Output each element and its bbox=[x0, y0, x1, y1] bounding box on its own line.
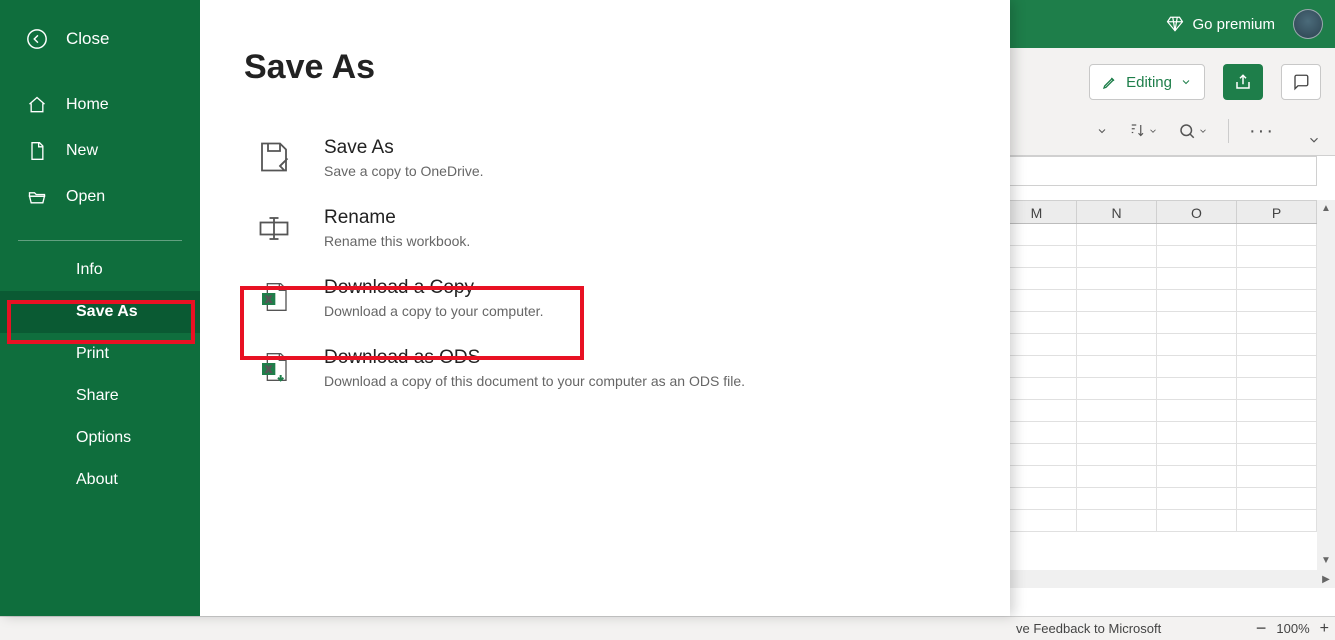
excel-file-icon: X bbox=[254, 277, 294, 317]
back-button[interactable]: Close bbox=[0, 0, 200, 78]
more-commands-button[interactable]: ··· bbox=[1249, 120, 1275, 143]
option-desc: Rename this workbook. bbox=[324, 233, 470, 249]
nav-print[interactable]: Print bbox=[0, 333, 200, 375]
chevron-down-icon bbox=[1148, 126, 1158, 136]
collapse-ribbon-button[interactable] bbox=[1307, 133, 1321, 147]
option-title: Download a Copy bbox=[324, 277, 543, 299]
home-icon bbox=[26, 94, 48, 116]
formula-bar[interactable] bbox=[997, 156, 1317, 186]
option-title: Rename bbox=[324, 207, 470, 229]
option-rename[interactable]: Rename Rename this workbook. bbox=[244, 193, 966, 263]
ribbon-dropdown-1[interactable] bbox=[1096, 125, 1108, 137]
chevron-down-icon bbox=[1198, 126, 1208, 136]
go-premium-button[interactable]: Go premium bbox=[1166, 15, 1275, 33]
comment-icon bbox=[1292, 73, 1310, 91]
search-icon bbox=[1178, 122, 1196, 140]
nav-label: New bbox=[66, 142, 98, 160]
nav-save-as[interactable]: Save As bbox=[0, 291, 200, 333]
column-header[interactable]: P bbox=[1237, 201, 1317, 223]
nav-label: Home bbox=[66, 96, 109, 114]
editing-mode-button[interactable]: Editing bbox=[1089, 64, 1205, 100]
editing-mode-label: Editing bbox=[1126, 74, 1172, 91]
save-as-icon bbox=[254, 137, 294, 177]
column-header[interactable]: N bbox=[1077, 201, 1157, 223]
option-title: Download as ODS bbox=[324, 347, 745, 369]
ods-file-icon: X bbox=[254, 347, 294, 387]
pencil-icon bbox=[1102, 74, 1118, 90]
horizontal-scrollbar[interactable]: ▶ bbox=[995, 570, 1335, 588]
option-download-copy[interactable]: X Download a Copy Download a copy to you… bbox=[244, 263, 966, 333]
backstage-sidebar: Close Home New bbox=[0, 0, 200, 616]
rename-icon bbox=[254, 207, 294, 247]
feedback-link[interactable]: ve Feedback to Microsoft bbox=[1016, 621, 1161, 636]
nav-label: Options bbox=[76, 429, 131, 447]
option-title: Save As bbox=[324, 137, 484, 159]
nav-info[interactable]: Info bbox=[0, 249, 200, 291]
nav-about[interactable]: About bbox=[0, 459, 200, 501]
nav-label: Share bbox=[76, 387, 119, 405]
nav-label: Print bbox=[76, 345, 109, 363]
chevron-down-icon bbox=[1180, 76, 1192, 88]
chevron-down-icon bbox=[1096, 125, 1108, 137]
document-icon bbox=[26, 140, 48, 162]
nav-label: About bbox=[76, 471, 118, 489]
chevron-down-icon bbox=[1307, 133, 1321, 147]
sort-icon bbox=[1128, 122, 1146, 140]
option-download-ods[interactable]: X Download as ODS Download a copy of thi… bbox=[244, 333, 966, 403]
svg-text:X: X bbox=[266, 364, 273, 374]
back-arrow-icon bbox=[26, 28, 48, 50]
page-title: Save As bbox=[244, 48, 966, 87]
back-label: Close bbox=[66, 29, 109, 49]
backstage-content: Save As Save As Save a copy to OneDrive.… bbox=[200, 0, 1010, 616]
svg-text:X: X bbox=[266, 294, 273, 304]
nav-share[interactable]: Share bbox=[0, 375, 200, 417]
app-root: Go premium Editing bbox=[0, 0, 1335, 640]
scroll-down-icon[interactable]: ▼ bbox=[1321, 552, 1331, 570]
share-button[interactable] bbox=[1223, 64, 1263, 100]
vertical-scrollbar[interactable]: ▲ ▼ bbox=[1317, 200, 1335, 570]
user-avatar[interactable] bbox=[1293, 9, 1323, 39]
zoom-out-button[interactable]: − bbox=[1256, 618, 1267, 639]
ribbon-secondary: ··· bbox=[1096, 119, 1275, 143]
status-bar: ve Feedback to Microsoft − 100% + bbox=[0, 616, 1335, 640]
nav-divider bbox=[18, 240, 182, 241]
diamond-icon bbox=[1166, 15, 1184, 33]
nav-label: Save As bbox=[76, 303, 138, 321]
column-header[interactable]: O bbox=[1157, 201, 1237, 223]
backstage-panel: Close Home New bbox=[0, 0, 1010, 616]
option-desc: Save a copy to OneDrive. bbox=[324, 163, 484, 179]
option-desc: Download a copy of this document to your… bbox=[324, 373, 745, 389]
spreadsheet-grid[interactable] bbox=[997, 224, 1317, 560]
option-desc: Download a copy to your computer. bbox=[324, 303, 543, 319]
nav-label: Info bbox=[76, 261, 103, 279]
column-headers: M N O P bbox=[997, 200, 1317, 224]
share-icon bbox=[1234, 73, 1252, 91]
nav-open[interactable]: Open bbox=[0, 174, 200, 220]
folder-open-icon bbox=[26, 186, 48, 208]
nav-home[interactable]: Home bbox=[0, 82, 200, 128]
find-button[interactable] bbox=[1178, 122, 1208, 140]
zoom-value: 100% bbox=[1276, 621, 1309, 636]
nav-new[interactable]: New bbox=[0, 128, 200, 174]
nav-label: Open bbox=[66, 188, 105, 206]
nav-options[interactable]: Options bbox=[0, 417, 200, 459]
zoom-in-button[interactable]: + bbox=[1320, 620, 1329, 638]
go-premium-label: Go premium bbox=[1192, 16, 1275, 33]
sort-filter-button[interactable] bbox=[1128, 122, 1158, 140]
scroll-up-icon[interactable]: ▲ bbox=[1321, 200, 1331, 218]
scroll-right-icon[interactable]: ▶ bbox=[1317, 574, 1335, 585]
option-save-as[interactable]: Save As Save a copy to OneDrive. bbox=[244, 123, 966, 193]
comments-button[interactable] bbox=[1281, 64, 1321, 100]
